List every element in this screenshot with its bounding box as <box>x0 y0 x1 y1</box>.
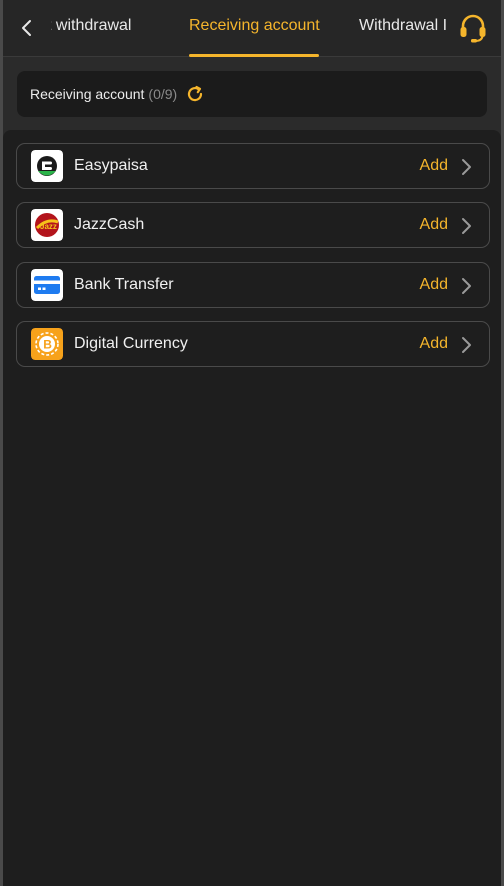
active-tab-indicator <box>189 54 319 57</box>
method-name: Easypaisa <box>74 157 148 174</box>
method-bank-transfer[interactable]: Bank Transfer Add <box>16 262 490 308</box>
method-name: Bank Transfer <box>74 276 174 293</box>
chevron-right-icon <box>462 337 471 353</box>
tab-withdrawal-history[interactable]: Withdrawal I <box>359 17 447 35</box>
method-digital-currency[interactable]: B Digital Currency Add <box>16 321 490 367</box>
method-easypaisa[interactable]: Easypaisa Add <box>16 143 490 189</box>
add-button[interactable]: Add <box>420 335 448 353</box>
receiving-account-summary: Receiving account (0/9) <box>17 71 487 117</box>
method-jazzcash[interactable]: Jazz JazzCash Add <box>16 202 490 248</box>
method-name: Digital Currency <box>74 335 188 352</box>
chevron-right-icon <box>462 278 471 294</box>
tab-withdrawal[interactable]: t withdrawal <box>51 17 131 35</box>
payment-methods-panel: Easypaisa Add Jazz JazzCash Add Bank Tra… <box>3 130 501 886</box>
chevron-right-icon <box>462 218 471 234</box>
add-button[interactable]: Add <box>420 157 448 175</box>
easypaisa-logo <box>31 150 63 182</box>
chevron-left-icon <box>22 20 31 36</box>
back-button[interactable] <box>13 14 41 42</box>
add-button[interactable]: Add <box>420 216 448 234</box>
app-frame: t withdrawal Receiving account Withdrawa… <box>0 0 504 886</box>
add-button[interactable]: Add <box>420 276 448 294</box>
customer-support-button[interactable] <box>457 12 489 44</box>
tab-bar: t withdrawal Receiving account Withdrawa… <box>51 0 451 57</box>
bitcoin-coin-icon: B <box>31 328 63 360</box>
chevron-right-icon <box>462 159 471 175</box>
headset-icon <box>460 14 486 43</box>
method-name: JazzCash <box>74 216 145 233</box>
svg-text:Jazz: Jazz <box>40 222 57 231</box>
account-count: (0/9) <box>148 86 178 102</box>
account-label: Receiving account <box>30 86 145 102</box>
top-nav: t withdrawal Receiving account Withdrawa… <box>3 0 501 57</box>
jazzcash-logo: Jazz <box>31 209 63 241</box>
tab-receiving-account[interactable]: Receiving account <box>189 17 320 35</box>
refresh-icon[interactable] <box>185 84 205 104</box>
bank-card-icon <box>31 269 63 301</box>
svg-text:B: B <box>43 338 52 352</box>
